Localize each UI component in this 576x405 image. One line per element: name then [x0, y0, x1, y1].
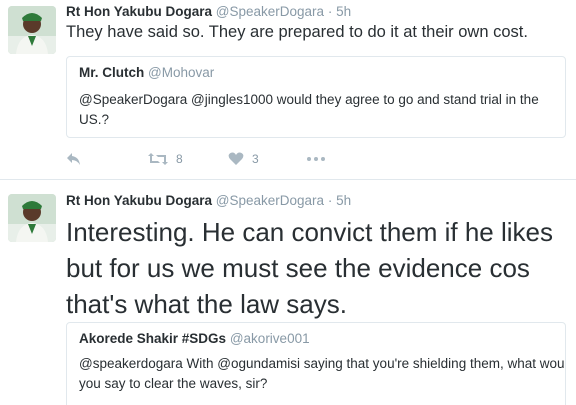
reply-icon: [67, 153, 80, 165]
tweet-text: They have said so. They are prepared to …: [66, 23, 528, 41]
like-button[interactable]: 3: [228, 152, 259, 166]
quoted-tweet-text: @speakerdogara With @ogundamisi saying t…: [79, 356, 566, 391]
author-name[interactable]: Rt Hon Yakubu Dogara: [66, 193, 212, 208]
tweet[interactable]: Rt Hon Yakubu Dogara @SpeakerDogara · 5h…: [0, 0, 576, 180]
like-count: 3: [252, 152, 259, 166]
separator: ·: [327, 193, 333, 208]
tweet-text: Interesting. He can convict them if he l…: [66, 217, 554, 319]
tweet[interactable]: Rt Hon Yakubu Dogara @SpeakerDogara · 5h…: [0, 181, 576, 405]
avatar[interactable]: [8, 194, 56, 242]
quoted-tweet[interactable]: Akorede Shakir #SDGs @akorive001 @speake…: [66, 322, 566, 405]
retweet-icon: [148, 153, 168, 165]
quoted-tweet-text: @SpeakerDogara @jingles1000 would they a…: [79, 92, 539, 127]
author-handle[interactable]: @SpeakerDogara: [216, 4, 324, 19]
quoted-author-name: Mr. Clutch: [79, 65, 145, 80]
avatar-image: [8, 6, 56, 54]
separator: ·: [327, 4, 333, 19]
retweet-button[interactable]: 8: [148, 152, 183, 166]
timestamp[interactable]: 5h: [336, 4, 351, 19]
tweet-header: Rt Hon Yakubu Dogara @SpeakerDogara · 5h: [66, 193, 351, 208]
quoted-author-name: Akorede Shakir #SDGs: [79, 331, 227, 346]
quoted-tweet-header: Akorede Shakir #SDGs @akorive001: [79, 331, 553, 346]
quoted-author-handle: @akorive001: [229, 331, 310, 346]
more-button[interactable]: [306, 152, 326, 166]
quoted-tweet-header: Mr. Clutch @Mohovar: [79, 65, 553, 80]
avatar[interactable]: [8, 6, 56, 54]
avatar-image: [8, 194, 56, 242]
retweet-count: 8: [176, 152, 183, 166]
timestamp[interactable]: 5h: [336, 193, 351, 208]
quoted-author-handle: @Mohovar: [148, 65, 215, 80]
heart-icon: [228, 152, 244, 165]
tweet-header: Rt Hon Yakubu Dogara @SpeakerDogara · 5h: [66, 4, 351, 19]
quoted-tweet[interactable]: Mr. Clutch @Mohovar @SpeakerDogara @jing…: [66, 56, 566, 138]
author-name[interactable]: Rt Hon Yakubu Dogara: [66, 4, 212, 19]
author-handle[interactable]: @SpeakerDogara: [216, 193, 324, 208]
reply-button[interactable]: [66, 152, 82, 166]
more-icon: [307, 157, 325, 161]
